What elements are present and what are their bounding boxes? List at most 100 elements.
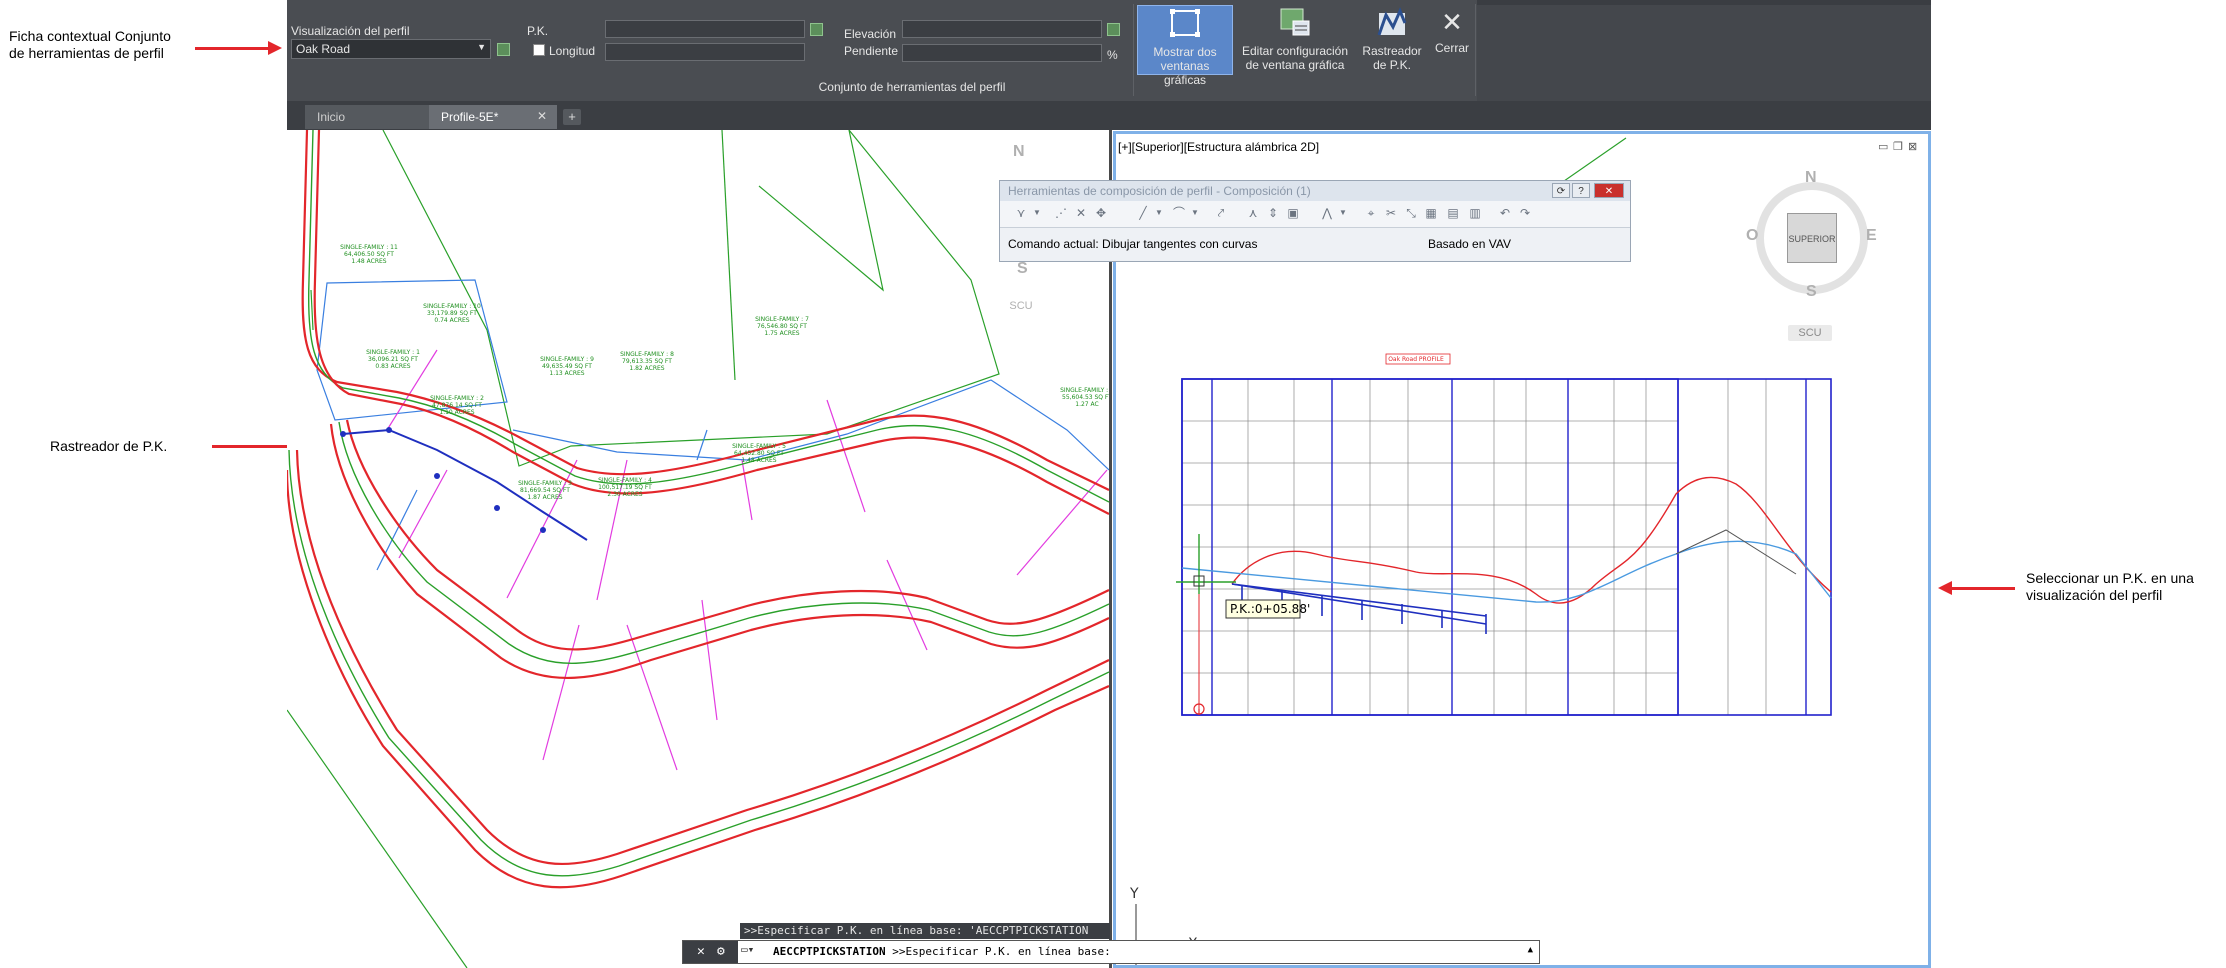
pvi-based-icon[interactable]: ⋀ <box>1320 206 1334 220</box>
view-cube-top-face[interactable]: SUPERIOR <box>1787 213 1837 263</box>
callout-seleccionar-arrow <box>1938 581 2015 595</box>
plan-viewport[interactable]: SINGLE-FAMILY : 11 64,406.50 SQ FT 1.48 AC… <box>287 130 1112 968</box>
lot-label: SINGLE-FAMILY : 5 64,452.80 SQ FT 1.48 ACR… <box>732 443 786 464</box>
ribbon-separator <box>1475 4 1476 96</box>
station-input[interactable] <box>605 20 805 38</box>
proposed-tangent <box>1675 529 1797 575</box>
lot-label: SINGLE-FAMILY : 2 47,876.14 SQ FT 1.10 ACR… <box>430 395 484 416</box>
parcel-boundary <box>758 130 884 292</box>
close-toolset-button[interactable]: ✕ Cerrar <box>1431 5 1473 75</box>
chevron-down-icon[interactable]: ▼ <box>1336 206 1350 220</box>
length-checkbox[interactable] <box>533 44 545 56</box>
move-pvi-icon[interactable]: ✥ <box>1094 206 1108 220</box>
lot-label: SINGLE-FAMILY : 9 49,635.49 SQ FT 1.13 ACR… <box>540 356 594 377</box>
command-prompt-icon[interactable]: ▭▾ <box>741 943 763 961</box>
alignment-grip <box>386 427 392 433</box>
alignment-grip <box>340 431 346 437</box>
lot-label: SINGLE-FAMILY : 4 100,517.19 SQ FT 2.30 AC… <box>598 477 652 498</box>
elevation-input[interactable] <box>902 20 1102 38</box>
chevron-down-icon[interactable]: ▼ <box>1188 206 1202 220</box>
profile-view-select[interactable]: Oak Road ▼ <box>291 39 491 59</box>
pvi-editor-icon[interactable]: ▥ <box>1468 206 1482 220</box>
close-icon[interactable]: ✕ <box>697 944 705 959</box>
station-tracker-label: Rastreador de P.K. <box>1362 44 1422 72</box>
command-line-handle[interactable]: ✕ ⚙ <box>683 941 738 963</box>
delete-entity-icon[interactable]: ✂ <box>1384 206 1398 220</box>
draw-tangents-icon[interactable]: ⋎ <box>1014 206 1028 220</box>
undo-icon[interactable]: ↶ <box>1498 206 1512 220</box>
pick-elevation-icon[interactable] <box>1107 23 1120 36</box>
lot-label: SINGLE-FAMILY : 3 81,669.54 SQ FT 1.87 ACR… <box>518 480 572 501</box>
chevron-down-icon[interactable]: ▼ <box>1152 206 1166 220</box>
delete-pvi-icon[interactable]: ✕ <box>1074 206 1088 220</box>
fixed-tangent-icon[interactable]: ╱ <box>1136 206 1150 220</box>
pick-profile-view-icon[interactable] <box>497 43 510 56</box>
lot-label: SINGLE-FAMILY : 1 36,096.21 SQ FT 0.83 ACR… <box>366 349 420 370</box>
close-viewport-icon[interactable]: ⊠ <box>1908 140 1917 153</box>
pick-station-icon[interactable] <box>810 23 823 36</box>
compass-east[interactable]: E <box>1866 227 1877 245</box>
current-command: Comando actual: Dibujar tangentes con cu… <box>1008 237 1258 251</box>
profile-layout-tools-title[interactable]: Herramientas de composición de perfil - … <box>1000 181 1630 201</box>
copy-profile-icon[interactable]: ▣ <box>1286 206 1300 220</box>
station-tracker-cursor <box>1176 534 1236 715</box>
road-edge <box>345 419 1109 651</box>
tab-profile-5e[interactable]: Profile-5E* ✕ <box>429 105 557 129</box>
callout-ficha-arrow <box>195 41 282 55</box>
road-edge <box>287 469 1109 889</box>
profile-tools-ribbon: Visualización del perfil Oak Road ▼ P.K.… <box>287 0 1931 101</box>
convert-icon[interactable]: ⤤ <box>1214 206 1228 220</box>
select-pvi-icon[interactable]: ⌖ <box>1364 206 1378 220</box>
ucs-menu[interactable]: SCU <box>1788 325 1832 341</box>
refresh-icon[interactable]: ⟳ <box>1552 183 1570 198</box>
profile-view-value: Oak Road <box>296 42 351 56</box>
two-viewports-icon <box>1170 9 1200 37</box>
alignment-grip <box>540 527 546 533</box>
lot-divider <box>826 399 866 513</box>
plan-drawing: SINGLE-FAMILY : 11 64,406.50 SQ FT 1.48 AC… <box>287 130 1109 968</box>
road-edge <box>295 449 1109 866</box>
insert-pvi-icon[interactable]: ⋰ <box>1054 206 1068 220</box>
profile-layout-tools[interactable]: Herramientas de composición de perfil - … <box>999 180 1631 262</box>
close-tab-icon[interactable]: ✕ <box>537 109 547 123</box>
help-icon[interactable]: ? <box>1572 183 1590 198</box>
grid-view-icon[interactable]: ▦ <box>1424 206 1438 220</box>
grade-label: Pendiente <box>844 44 899 58</box>
raise-lower-icon[interactable]: ⇕ <box>1266 206 1280 220</box>
compass-north[interactable]: N <box>1805 169 1817 187</box>
break-apart-icon[interactable]: ⤡ <box>1404 206 1418 220</box>
lot-divider <box>741 459 753 521</box>
view-cube[interactable]: N S E O SUPERIOR SCU <box>1746 165 1890 345</box>
tab-label: Profile-5E* <box>441 110 499 124</box>
curve-icon[interactable]: ⌒ <box>1172 206 1186 220</box>
minimize-viewport-icon[interactable]: ▭ <box>1878 140 1888 153</box>
add-tab-button[interactable]: + <box>563 109 581 125</box>
command-history-toggle-icon[interactable]: ▲ <box>1528 945 1533 955</box>
redo-icon[interactable]: ↷ <box>1518 206 1532 220</box>
command-input[interactable]: AECCPTPICKSTATION >>Especificar P.K. en … <box>773 945 1111 958</box>
chevron-down-icon[interactable]: ▼ <box>1030 206 1044 220</box>
grade-input[interactable] <box>902 44 1102 62</box>
customize-icon[interactable]: ⚙ <box>717 944 725 959</box>
restore-viewport-icon[interactable]: ❐ <box>1893 140 1903 153</box>
length-input[interactable] <box>605 43 805 61</box>
tab-inicio[interactable]: Inicio <box>305 105 435 129</box>
insert-pvi-tabular-icon[interactable]: ⋏ <box>1246 206 1260 220</box>
lot-label: SINGLE-FAMILY : 6 55,604.53 SQ FT 1.27 AC <box>1060 387 1109 408</box>
viewport-label[interactable]: [+][Superior][Estructura alámbrica 2D] <box>1118 140 1319 154</box>
lot-label: SINGLE-FAMILY : 8 79,613.35 SQ FT 1.82 ACR… <box>620 351 674 372</box>
lot-label: SINGLE-FAMILY : 7 76,546.80 SQ FT 1.75 ACR… <box>755 316 809 337</box>
compass-south[interactable]: S <box>1806 283 1817 301</box>
entity-editor-icon[interactable]: ▤ <box>1446 206 1460 220</box>
compass-west[interactable]: O <box>1746 227 1758 245</box>
station-tracker-button[interactable]: Rastreador de P.K. <box>1357 5 1427 75</box>
panel-title: Conjunto de herramientas del perfil <box>818 80 1006 94</box>
show-two-viewports-button[interactable]: Mostrar dos ventanas gráficas <box>1137 5 1233 87</box>
lot-label: SINGLE-FAMILY : 11 64,406.50 SQ FT 1.48 AC… <box>340 244 398 265</box>
command-name: AECCPTPICKSTATION <box>773 945 886 958</box>
edit-viewport-config-button[interactable]: Editar configuración de ventana gráfica <box>1237 5 1353 75</box>
command-line[interactable]: ✕ ⚙ ▭▾ AECCPTPICKSTATION >>Especificar P… <box>682 940 1540 964</box>
road-edge <box>329 423 1109 680</box>
close-icon[interactable]: ✕ <box>1594 183 1624 198</box>
parcel-boundary <box>287 709 468 968</box>
